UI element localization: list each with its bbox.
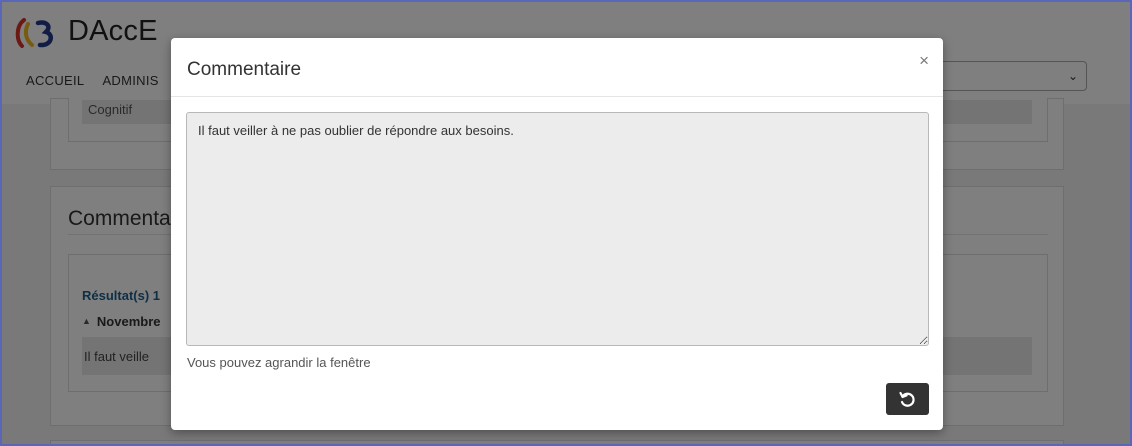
undo-button[interactable] <box>886 383 929 415</box>
modal-divider <box>171 96 943 97</box>
undo-icon <box>899 391 915 407</box>
comment-modal: Commentaire × Vous pouvez agrandir la fe… <box>171 38 943 430</box>
app-frame: DAccE ACCUEILADMINIS ⌄ Cognitif Commenta… <box>0 0 1132 446</box>
resize-hint: Vous pouvez agrandir la fenêtre <box>187 355 371 370</box>
modal-title: Commentaire <box>187 59 302 80</box>
comment-textarea[interactable] <box>186 112 929 346</box>
close-icon[interactable]: × <box>919 51 929 71</box>
